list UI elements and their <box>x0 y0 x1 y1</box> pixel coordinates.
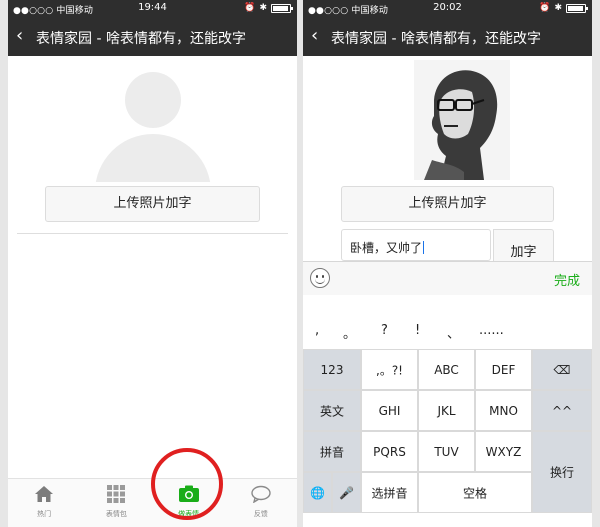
upload-photo-button[interactable]: 上传照片加字 <box>45 186 260 222</box>
back-icon[interactable]: ‹ <box>311 26 318 46</box>
punct-key[interactable]: ...... <box>479 323 504 338</box>
nav-bar: ‹ 表情家园 - 啥表情都有，还能改字 <box>8 18 297 56</box>
caption-text-value: 卧槽，又帅了 <box>350 241 423 255</box>
backspace-icon: ⌫ <box>553 362 571 377</box>
key-abc[interactable]: ABC <box>418 349 475 390</box>
chat-bubble-icon <box>251 485 271 503</box>
left-phone-screen: ●●○○○ 中国移动 19:44 ⏰ ✱ ‹ 表情家园 - 啥表情都有，还能改字… <box>8 0 297 527</box>
tab-label: 反馈 <box>253 510 268 518</box>
portrait-image <box>414 60 510 180</box>
status-icons: ⏰ ✱ <box>539 3 588 13</box>
key-jkl[interactable]: JKL <box>418 390 475 431</box>
bluetooth-icon: ✱ <box>554 3 562 13</box>
key-123[interactable]: 123 <box>303 349 361 390</box>
divider <box>17 233 288 234</box>
nav-bar: ‹ 表情家园 - 啥表情都有，还能改字 <box>303 18 592 56</box>
punct-key[interactable]: , <box>315 323 319 338</box>
bluetooth-icon: ✱ <box>259 3 267 13</box>
keyboard: , 。 ? ! 、 ...... 123 ,。?! ABC DEF ⌫ 英文 G… <box>303 295 592 527</box>
punct-key[interactable]: 、 <box>447 323 460 342</box>
return-key[interactable]: 换行 <box>532 431 592 513</box>
tab-label: 做表情 <box>178 510 200 518</box>
home-icon <box>35 486 54 502</box>
status-bar: ●●○○○ 中国移动 19:44 ⏰ ✱ <box>8 0 297 18</box>
tab-label: 热门 <box>37 510 52 518</box>
battery-icon <box>566 3 588 13</box>
right-phone-screen: ●●○○○ 中国移动 20:02 ⏰ ✱ ‹ 表情家园 - 啥表情都有，还能改字… <box>303 0 592 527</box>
avatar-placeholder-icon <box>95 68 211 182</box>
key-def[interactable]: DEF <box>475 349 532 390</box>
camera-icon <box>178 485 199 502</box>
grid-icon <box>107 485 126 503</box>
battery-icon <box>271 3 293 13</box>
punct-key[interactable]: ! <box>415 323 420 338</box>
punct-key[interactable]: ? <box>381 323 388 338</box>
microphone-icon: 🎤 <box>339 485 354 500</box>
upload-photo-button[interactable]: 上传照片加字 <box>341 186 554 222</box>
back-icon[interactable]: ‹ <box>16 26 23 46</box>
key-punctuation[interactable]: ,。?! <box>361 349 418 390</box>
tab-feedback[interactable]: 反馈 <box>225 479 297 527</box>
microphone-key[interactable]: 🎤 <box>332 472 361 513</box>
key-select-pinyin[interactable]: 选拼音 <box>361 472 418 513</box>
key-wxyz[interactable]: WXYZ <box>475 431 532 472</box>
globe-key[interactable]: 🌐 <box>303 472 332 513</box>
backspace-key[interactable]: ⌫ <box>532 349 592 390</box>
text-cursor <box>423 241 425 254</box>
punctuation-candidates: , 。 ? ! 、 ...... <box>303 323 592 343</box>
emoji-icon[interactable] <box>310 268 330 288</box>
key-pinyin[interactable]: 拼音 <box>303 431 361 472</box>
key-pqrs[interactable]: PQRS <box>361 431 418 472</box>
key-emoticon[interactable]: ^^ <box>532 390 592 431</box>
page-title: 表情家园 - 啥表情都有，还能改字 <box>36 31 246 47</box>
alarm-icon: ⏰ <box>539 3 551 13</box>
caption-text-input[interactable]: 卧槽，又帅了 <box>341 229 491 261</box>
tab-hot[interactable]: 热门 <box>8 479 80 527</box>
globe-icon: 🌐 <box>310 485 325 500</box>
done-button[interactable]: 完成 <box>554 270 580 289</box>
tab-label: 表情包 <box>105 510 127 518</box>
key-mno[interactable]: MNO <box>475 390 532 431</box>
page-title: 表情家园 - 啥表情都有，还能改字 <box>331 31 541 47</box>
space-key[interactable]: 空格 <box>418 472 532 513</box>
alarm-icon: ⏰ <box>244 3 256 13</box>
status-bar: ●●○○○ 中国移动 20:02 ⏰ ✱ <box>303 0 592 18</box>
punct-key[interactable]: 。 <box>343 323 356 342</box>
key-tuv[interactable]: TUV <box>418 431 475 472</box>
tab-sticker-packs[interactable]: 表情包 <box>80 479 152 527</box>
tab-bar: 热门 表情包 做表情 反馈 <box>8 478 297 527</box>
status-icons: ⏰ ✱ <box>244 3 293 13</box>
key-english[interactable]: 英文 <box>303 390 361 431</box>
tab-make-sticker[interactable]: 做表情 <box>153 479 225 527</box>
key-ghi[interactable]: GHI <box>361 390 418 431</box>
uploaded-photo <box>414 60 510 180</box>
keyboard-toolbar: 完成 <box>303 261 592 296</box>
